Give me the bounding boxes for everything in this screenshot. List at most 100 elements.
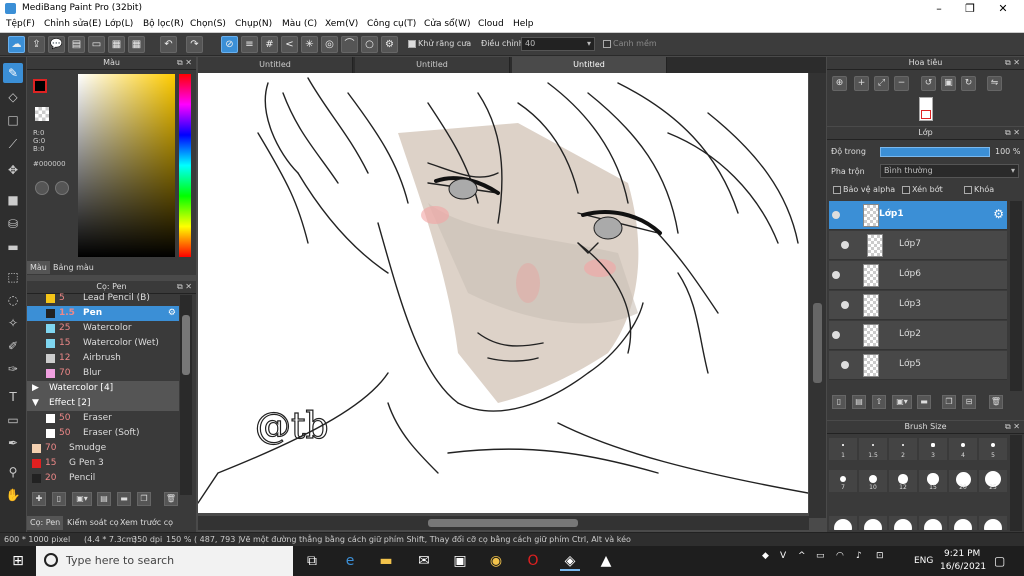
layer-up-icon[interactable]: ⇧ [872, 395, 886, 409]
select-eraser-tool-icon[interactable]: ✑ [3, 359, 23, 379]
layer-list-scrollbar[interactable] [1010, 201, 1022, 391]
menu-filter[interactable]: Bộ lọc(R) [143, 19, 184, 29]
tab-color[interactable]: Màu [27, 261, 50, 274]
eyedropper-tool-icon[interactable]: ⚲ [3, 462, 23, 482]
brush-list-scrollbar[interactable] [180, 295, 192, 495]
layer-merge-icon[interactable]: ⊟ [962, 395, 976, 409]
opera-icon[interactable]: O [523, 551, 543, 571]
navigator-thumbnail[interactable] [919, 97, 933, 121]
menu-color[interactable]: Màu (C) [282, 19, 317, 29]
page-list-icon[interactable]: ▦ [108, 36, 125, 53]
photos-icon[interactable]: ▲ [596, 551, 616, 571]
brush-row[interactable]: 5 Lead Pencil (B) [27, 291, 179, 306]
radial-snap-icon[interactable]: ✳ [301, 36, 318, 53]
flip-icon[interactable]: ⇋ [987, 76, 1002, 91]
layer-delete-icon[interactable]: 🗑 [989, 395, 1003, 409]
clock-date[interactable]: 16/6/2021 [940, 562, 986, 572]
protect-alpha-checkbox[interactable]: Bảo vệ alpha [833, 185, 895, 194]
ellipse-snap-icon[interactable]: ○ [361, 36, 378, 53]
tray-volume-icon[interactable]: ♪ [856, 551, 862, 561]
smoothing-checkbox[interactable]: Canh mềm [603, 39, 657, 48]
tab-document[interactable]: Untitled [512, 57, 667, 73]
hue-slider[interactable] [179, 74, 191, 257]
line-tool-icon[interactable]: ⟋ [3, 134, 23, 154]
action-center-icon[interactable]: ▢ [994, 554, 1005, 568]
snap-off-icon[interactable]: ⊘ [221, 36, 238, 53]
eye-icon[interactable] [832, 271, 840, 279]
brush-size-scrollbar[interactable] [1010, 435, 1022, 531]
comment-icon[interactable]: 💬 [48, 36, 65, 53]
fit-icon[interactable]: ⤢ [874, 76, 889, 91]
menu-help[interactable]: Help [513, 19, 534, 29]
brush-row[interactable]: 70 Blur [27, 366, 179, 381]
magic-wand-tool-icon[interactable]: ✧ [3, 313, 23, 333]
brush-row[interactable]: 15 Watercolor (Wet) [27, 336, 179, 351]
eraser-tool-icon[interactable]: ◇ [3, 87, 23, 107]
store-icon[interactable]: ▣ [450, 551, 470, 571]
task-view-icon[interactable]: ⧉ [302, 551, 322, 571]
brush-size-cell[interactable] [919, 516, 947, 530]
brush-size-cell[interactable]: 12 [889, 470, 917, 492]
layer-row[interactable]: Lớp2 [829, 321, 1007, 350]
brush-size-cell[interactable] [949, 516, 977, 530]
minimize-button[interactable]: – [924, 1, 954, 16]
brush-row[interactable]: 70 Smudge [27, 441, 179, 456]
brush-size-cell[interactable]: 1 [829, 438, 857, 460]
layer-row[interactable]: Lớp5 [829, 351, 1007, 380]
edge-icon[interactable]: e [340, 551, 360, 571]
file-explorer-icon[interactable]: ▬ [376, 551, 396, 571]
language-indicator[interactable]: ENG [914, 556, 933, 566]
rotate-left-icon[interactable]: ↺ [921, 76, 936, 91]
tab-brush-preview[interactable]: Xem trước cọ [117, 516, 176, 530]
drawing-canvas[interactable]: @tb [198, 73, 808, 513]
opacity-slider[interactable] [880, 147, 990, 157]
hand-tool-icon[interactable]: ✋ [3, 485, 23, 505]
eye-icon[interactable] [841, 241, 849, 249]
foreground-color-swatch[interactable] [33, 79, 47, 93]
gear-icon[interactable]: ⚙ [993, 207, 1004, 221]
expand-icon[interactable]: ▶ [32, 381, 39, 396]
tray-app-icon[interactable]: ◆ [762, 551, 769, 561]
taskbar-search[interactable]: Type here to search [36, 546, 293, 576]
rectangle-tool-icon[interactable]: □ [3, 110, 23, 130]
brush-size-cell[interactable]: 20 [949, 470, 977, 492]
chrome-icon[interactable]: ◉ [486, 551, 506, 571]
divide-tool-icon[interactable]: ▭ [3, 410, 23, 430]
brush-row[interactable]: 50 Eraser [27, 411, 179, 426]
brush-row[interactable]: 20 Pencil [27, 471, 179, 486]
grid-icon[interactable]: ▦ [128, 36, 145, 53]
medibang-taskbar-icon[interactable]: ◈ [560, 551, 580, 571]
brush-size-cell[interactable]: 2 [889, 438, 917, 460]
layer-row[interactable]: Lớp7 [829, 231, 1007, 260]
bucket-tool-icon[interactable]: ⛁ [3, 214, 23, 234]
antialias-checkbox[interactable]: Khử răng cưa [408, 39, 471, 48]
expand-icon[interactable]: ▼ [32, 396, 39, 411]
tab-document[interactable]: Untitled [355, 57, 510, 73]
brush-duplicate-icon[interactable]: ▤ [97, 492, 111, 506]
tray-battery-icon[interactable]: ▭ [816, 551, 825, 561]
tray-wifi-icon[interactable]: ◠ [836, 551, 844, 561]
brush-size-cell[interactable] [829, 516, 857, 530]
brush-size-cell[interactable] [979, 516, 1007, 530]
brush-row[interactable]: 25 Watercolor [27, 321, 179, 336]
menu-edit[interactable]: Chỉnh sửa(E) [44, 19, 101, 29]
brush-row[interactable]: 15 G Pen 3 [27, 456, 179, 471]
brush-menu-icon[interactable]: ▣▾ [72, 492, 92, 506]
layer-menu-icon[interactable]: ▣▾ [892, 395, 912, 409]
brush-size-cell[interactable] [859, 516, 887, 530]
menu-file[interactable]: Tệp(F) [6, 19, 35, 29]
transparent-color-swatch[interactable] [35, 107, 49, 121]
brush-delete-icon[interactable]: 🗑 [164, 492, 178, 506]
layer-row[interactable]: Lớp1 ⚙ [829, 201, 1007, 230]
text-tool-icon[interactable]: T [3, 387, 23, 407]
rotate-right-icon[interactable]: ↻ [961, 76, 976, 91]
new-layer-icon[interactable]: ▯ [832, 395, 846, 409]
brush-row[interactable]: 12 Airbrush [27, 351, 179, 366]
brush-row[interactable]: 1.5 Pen ⚙ [27, 306, 179, 321]
share-icon[interactable]: ⇪ [28, 36, 45, 53]
brush-size-cell[interactable]: 7 [829, 470, 857, 492]
tab-document[interactable]: Untitled [198, 57, 353, 73]
brush-copy-icon[interactable]: ❐ [137, 492, 151, 506]
cross-snap-icon[interactable]: # [261, 36, 278, 53]
brush-add-icon[interactable]: ✚ [32, 492, 46, 506]
